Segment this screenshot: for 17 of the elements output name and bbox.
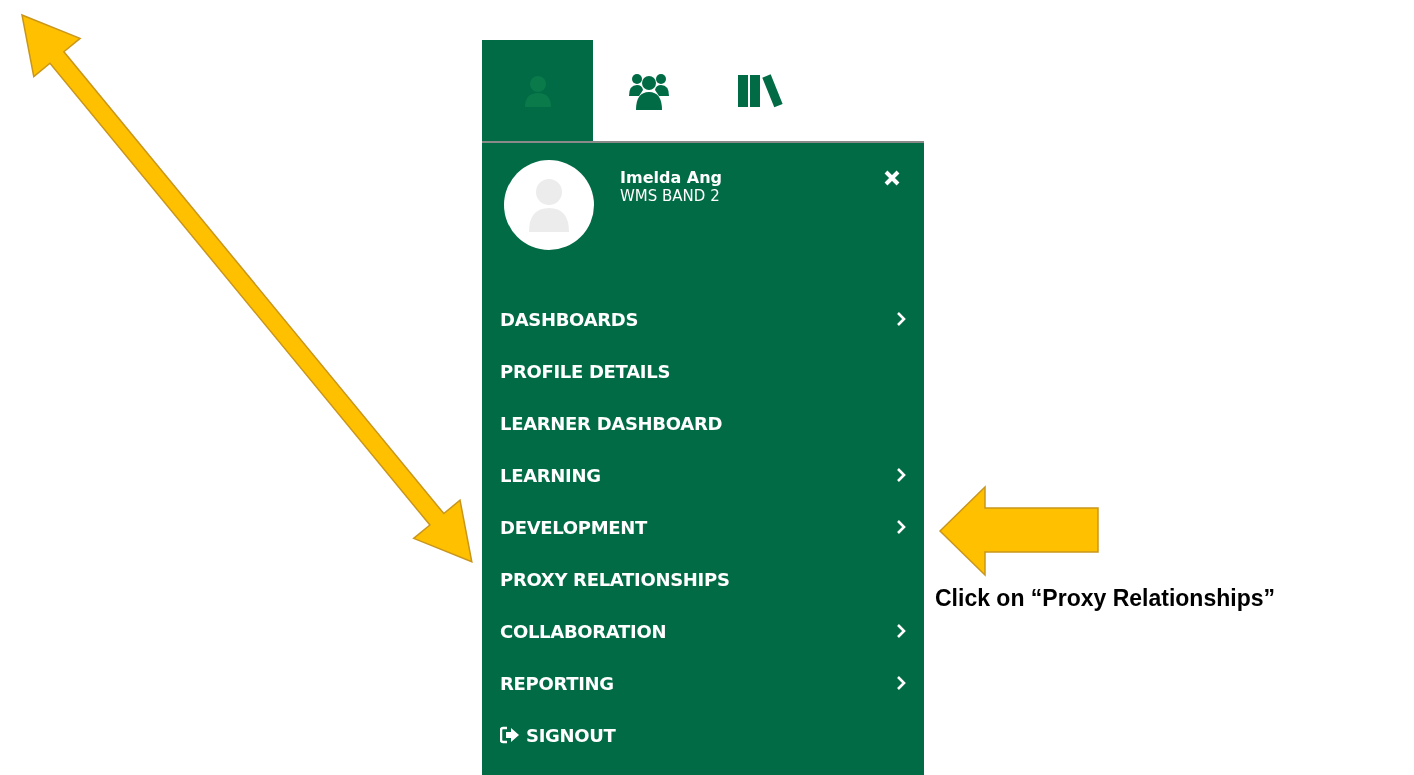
close-button[interactable] bbox=[884, 170, 900, 186]
signout-icon bbox=[500, 726, 520, 744]
user-name: Imelda Ang bbox=[620, 168, 723, 187]
menu-item[interactable]: REPORTING bbox=[482, 657, 924, 709]
menu-item[interactable]: COLLABORATION bbox=[482, 605, 924, 657]
menu-item[interactable]: SIGNOUT bbox=[482, 709, 924, 761]
group-icon bbox=[627, 71, 670, 110]
callout-text: Click on “Proxy Relationships” bbox=[935, 585, 1276, 612]
menu-item[interactable]: DASHBOARDS bbox=[482, 293, 924, 345]
menu-item[interactable]: LEARNING bbox=[482, 449, 924, 501]
menu-item[interactable]: LEARNER DASHBOARD bbox=[482, 397, 924, 449]
menu-item[interactable]: PROXY RELATIONSHIPS bbox=[482, 553, 924, 605]
close-icon bbox=[884, 170, 900, 186]
menu-item[interactable]: PROFILE DETAILS bbox=[482, 345, 924, 397]
books-icon bbox=[735, 72, 784, 109]
menu-item[interactable]: DEVELOPMENT bbox=[482, 501, 924, 553]
user-role: WMS BAND 2 bbox=[620, 187, 721, 205]
